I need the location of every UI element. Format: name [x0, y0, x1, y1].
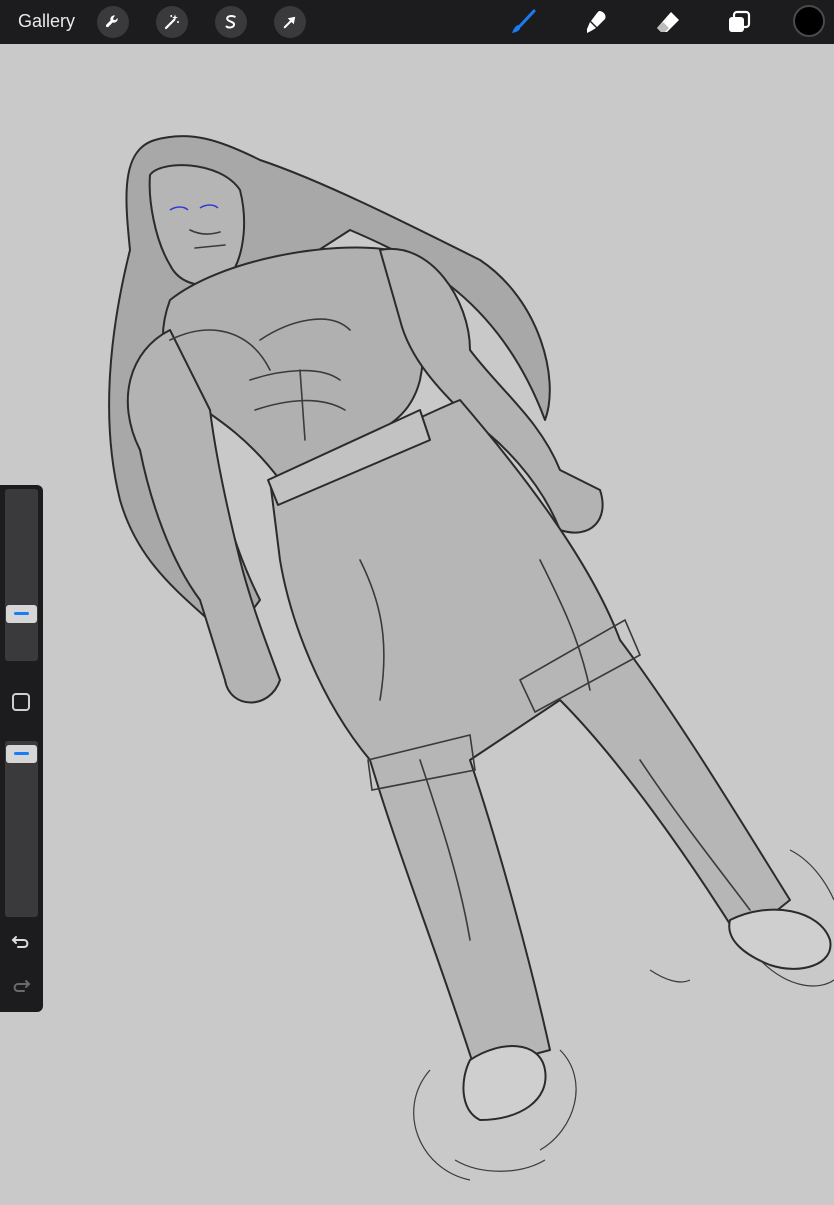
- brush-icon: [512, 9, 536, 33]
- selection-icon: [225, 15, 236, 29]
- layers-button[interactable]: [724, 7, 754, 37]
- eraser-tool-button[interactable]: [653, 7, 683, 37]
- left-shoe-shape: [462, 1045, 547, 1121]
- transform-button[interactable]: [274, 6, 306, 38]
- actions-button[interactable]: [97, 6, 129, 38]
- modify-square-icon[interactable]: [12, 693, 30, 711]
- pants-shape: [269, 399, 791, 1071]
- brush-size-slider[interactable]: [5, 489, 38, 661]
- smudge-tool-button[interactable]: [581, 7, 611, 37]
- gallery-button[interactable]: Gallery: [18, 11, 75, 32]
- brush-tool-button[interactable]: [508, 7, 538, 37]
- magic-wand-icon: [164, 14, 179, 30]
- eraser-icon: [657, 12, 679, 32]
- opacity-slider[interactable]: [5, 741, 38, 917]
- transform-arrow-icon: [283, 16, 296, 29]
- smudge-icon: [587, 11, 606, 33]
- selection-button[interactable]: [215, 6, 247, 38]
- brush-size-thumb[interactable]: [6, 605, 37, 623]
- top-toolbar: Gallery: [0, 0, 834, 44]
- color-picker-button[interactable]: [793, 5, 825, 37]
- layers-icon: [729, 10, 751, 32]
- wrench-icon: [105, 15, 118, 28]
- redo-icon[interactable]: [10, 975, 32, 997]
- adjustments-button[interactable]: [156, 6, 188, 38]
- opacity-thumb[interactable]: [6, 745, 37, 763]
- right-shoe-shape: [728, 908, 832, 970]
- sketch-artwork: [108, 135, 834, 1181]
- left-sidebar: [0, 485, 43, 1012]
- drawing-canvas[interactable]: [0, 44, 834, 1200]
- undo-icon[interactable]: [10, 931, 32, 953]
